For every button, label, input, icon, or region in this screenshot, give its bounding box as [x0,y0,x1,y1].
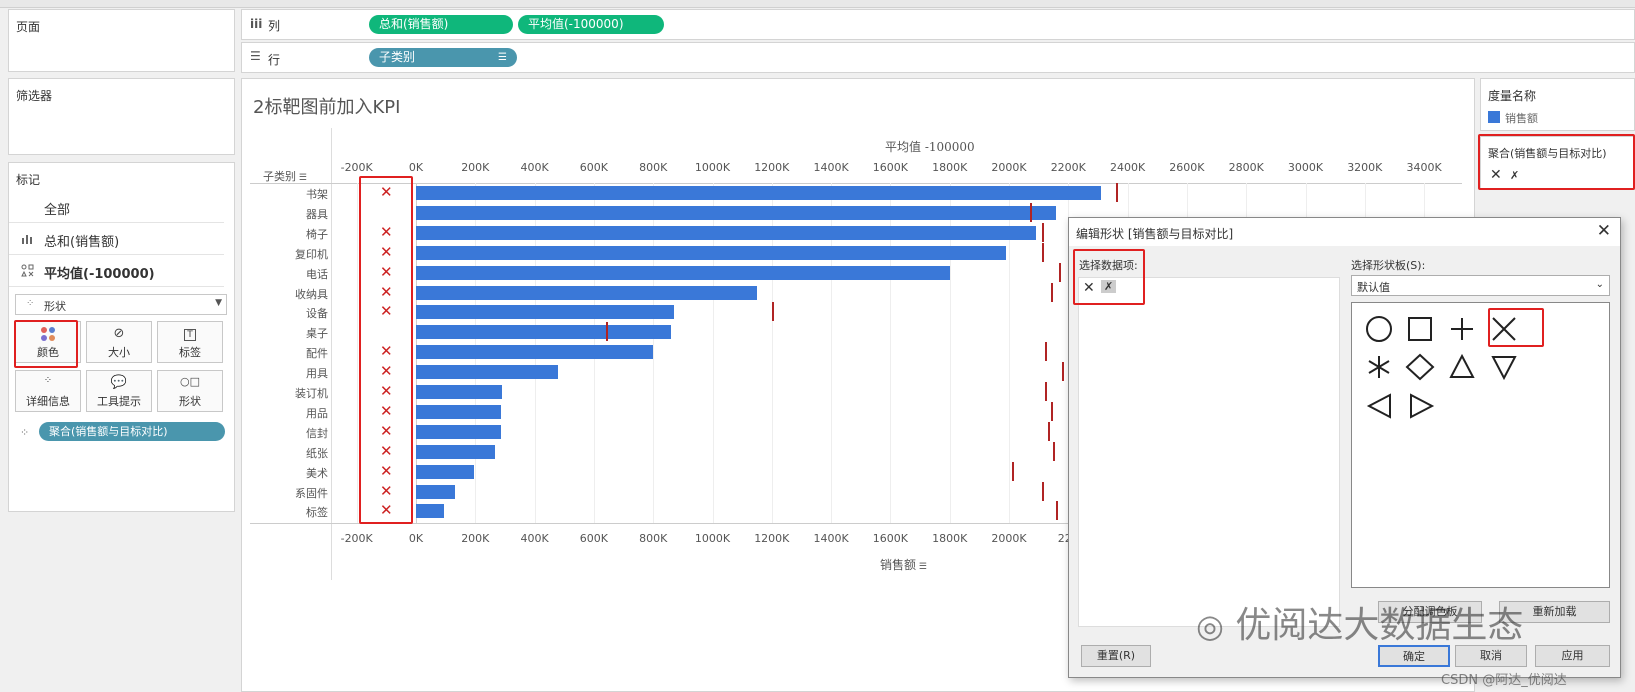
triangle-down-shape-icon[interactable] [1491,356,1517,381]
data-item-x-bold[interactable]: ✕ [1083,280,1095,296]
diamond-shape-icon[interactable] [1405,353,1435,381]
columns-icon: iii [250,17,263,31]
pages-title: 页面 [16,20,41,34]
dialog-title: 编辑形状 [销售额与目标对比] [1076,227,1234,241]
color-button[interactable]: 颜色 [15,321,81,363]
data-items-list[interactable]: ✕ ✗ [1078,277,1340,627]
shape-icon: ○□ [180,375,200,388]
rows-icon: ☰ [250,49,261,63]
label-t-icon: T [158,326,222,342]
shape-grid [1366,316,1517,419]
apply-button[interactable]: 应用 [1535,645,1610,667]
aggregate-legend: 聚合(销售额与目标对比) ✕ ✗ [1480,136,1635,190]
palette-dropdown[interactable]: 默认值 ⌄ [1351,275,1610,296]
chevron-down-icon: ⌄ [1595,279,1604,290]
columns-label: 列 [268,19,281,33]
detail-button[interactable]: ⁘ 详细信息 [15,370,81,412]
triangle-left-shape-icon[interactable] [1366,393,1391,419]
color-dots-icon [16,326,80,342]
close-icon[interactable]: ✕ [1597,221,1611,241]
reset-button[interactable]: 重置(R) [1081,645,1151,667]
mark-type-value: 形状 [44,300,66,313]
top-strip [0,0,1635,8]
tooltip-button[interactable]: 💬 工具提示 [86,370,152,412]
circle-shape-icon[interactable] [1366,316,1392,342]
select-data-label: 选择数据项: [1079,259,1138,272]
wechat-icon: ◎ [1196,607,1224,645]
filters-panel[interactable]: 筛选器 [8,78,235,155]
tooltip-icon: 💬 [110,375,128,390]
rows-pill-subcategory[interactable]: 子类别 ☰ [369,48,517,67]
x-shape-icon[interactable] [1492,317,1516,341]
watermark-text: 优阅达大数据生态 [1235,605,1524,646]
watermark: ◎ 优阅达大数据生态 [1196,596,1523,648]
marks-avg-label: 平均值(-100000) [44,267,155,282]
measure-names-legend: 度量名称 销售额 [1480,78,1635,131]
marks-sum-sales[interactable]: 总和(销售额) [9,224,224,255]
rows-label: 行 [268,53,281,67]
marks-all[interactable]: 全部 [9,192,224,223]
marks-title: 标记 [16,173,41,187]
data-item-x-small[interactable]: ✗ [1101,280,1117,293]
bar-chart-icon [21,232,33,247]
chevron-down-icon: ▼ [215,298,222,308]
cancel-button[interactable]: 取消 [1455,645,1527,667]
columns-pill-sum-sales[interactable]: 总和(销售额) [369,15,513,34]
palette-value: 默认值 [1357,281,1390,294]
legend-swatch [1488,111,1500,123]
mark-type-dropdown[interactable]: ⁘ 形状 ▼ [15,294,227,315]
rows-pill-label: 子类别 [379,50,416,64]
marks-avg[interactable]: 平均值(-100000) [9,256,224,287]
measure-names-title: 度量名称 [1488,89,1537,103]
pages-panel[interactable]: 页面 [8,9,235,72]
filters-title: 筛选器 [16,89,53,103]
sort-icon: ☰ [498,52,507,63]
size-button[interactable]: ⊘ 大小 [86,321,152,363]
tooltip-button-label: 工具提示 [97,395,141,408]
detail-dots-icon: ⁘ [43,375,53,386]
plus-shape-icon[interactable] [1451,318,1473,340]
legend-x-bold[interactable]: ✕ [1490,167,1502,183]
ok-button[interactable]: 确定 [1378,645,1450,667]
shape-button-label: 形状 [179,395,201,408]
csdn-watermark: CSDN @阿达_优阅达 [1441,673,1567,688]
shape-palette [1351,302,1610,588]
dialog-titlebar: 编辑形状 [销售额与目标对比] ✕ [1069,218,1620,246]
marks-sum-sales-label: 总和(销售额) [44,235,120,250]
asterisk-shape-icon[interactable] [1368,356,1390,378]
triangle-right-shape-icon[interactable] [1410,393,1435,419]
label-button-label: 标签 [179,346,201,359]
aggregate-legend-title: 聚合(销售额与目标对比) [1488,147,1607,160]
palette-label: 选择形状板(S): [1351,259,1426,272]
shape-field-icon: ⁘ [20,426,30,439]
size-icon: ⊘ [113,326,125,341]
size-button-label: 大小 [108,346,130,359]
square-shape-icon[interactable] [1408,317,1432,341]
shapes-icon [21,264,34,280]
shape-button[interactable]: ○□ 形状 [157,370,223,412]
marks-all-label: 全部 [44,203,71,218]
detail-button-label: 详细信息 [26,395,70,408]
label-button[interactable]: T 标签 [157,321,223,363]
legend-x-small[interactable]: ✗ [1510,169,1519,182]
triangle-up-shape-icon[interactable] [1449,353,1475,378]
color-button-label: 颜色 [37,346,59,359]
shape-field-pill[interactable]: 聚合(销售额与目标对比) [39,422,225,441]
shapes-small-icon: ⁘ [26,298,35,309]
columns-pill-avg[interactable]: 平均值(-100000) [518,15,664,34]
legend-item-sales[interactable]: 销售额 [1505,110,1538,126]
chart-title: 2标靶图前加入KPI [253,97,401,118]
